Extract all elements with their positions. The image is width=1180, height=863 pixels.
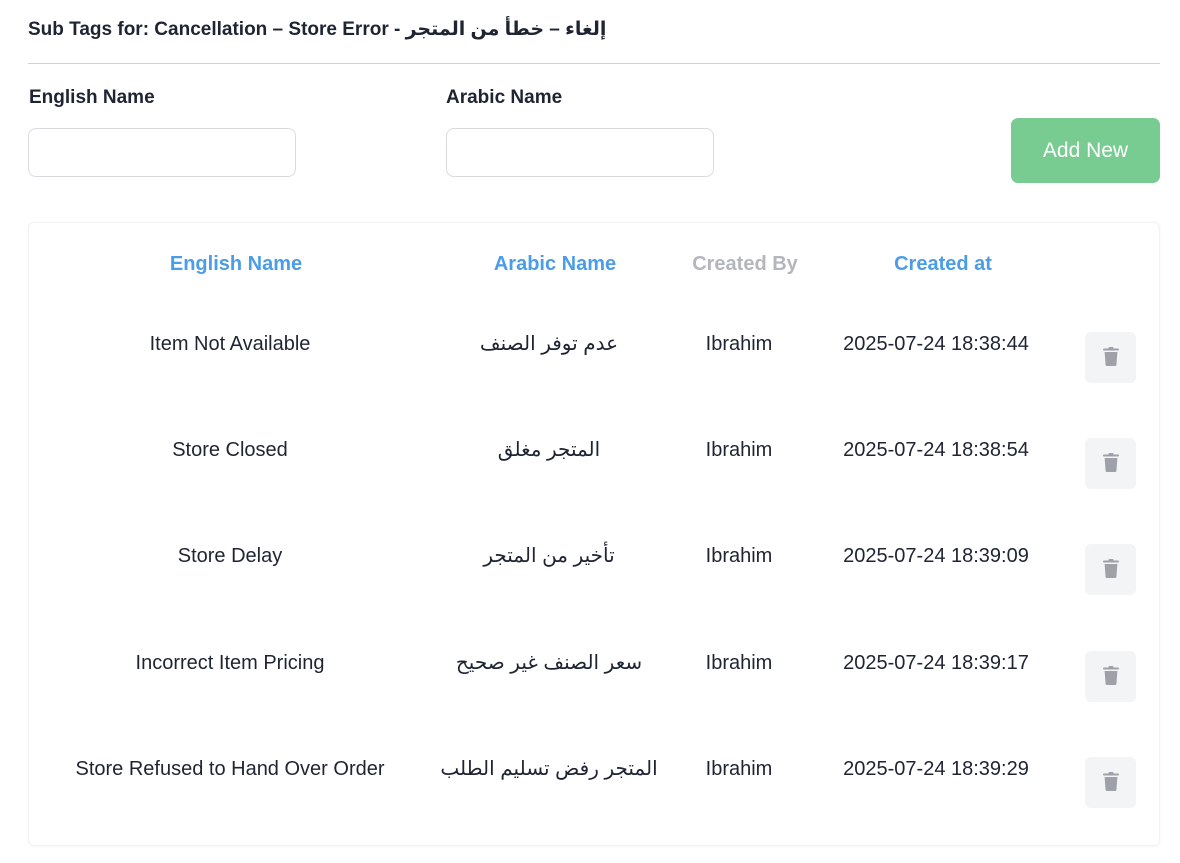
cell-english-name: Store Refused to Hand Over Order bbox=[75, 758, 385, 780]
cell-english-name: Store Closed bbox=[172, 439, 288, 461]
delete-button[interactable] bbox=[1085, 757, 1136, 808]
cell-created-at: 2025-07-24 18:39:09 bbox=[843, 545, 1029, 567]
cell-created-by: Ibrahim bbox=[705, 439, 773, 461]
column-header-english-name[interactable]: English Name bbox=[170, 253, 302, 276]
cell-created-by: Ibrahim bbox=[705, 758, 773, 780]
cell-created-at: 2025-07-24 18:39:29 bbox=[843, 758, 1029, 780]
table-row: Store Refused to Hand Over Order المتجر … bbox=[28, 757, 1160, 863]
cell-arabic-name: سعر الصنف غير صحيح bbox=[455, 652, 643, 674]
table-row: Item Not Available عدم توفر الصنف Ibrahi… bbox=[28, 332, 1160, 438]
cell-created-at: 2025-07-24 18:38:44 bbox=[843, 333, 1029, 355]
english-name-label: English Name bbox=[29, 87, 155, 108]
cell-created-at: 2025-07-24 18:39:17 bbox=[843, 652, 1029, 674]
cell-english-name: Store Delay bbox=[177, 545, 283, 567]
cell-arabic-name: تأخير من المتجر bbox=[483, 545, 615, 567]
trash-icon bbox=[1102, 771, 1119, 794]
title-divider bbox=[28, 63, 1160, 64]
column-header-created-at[interactable]: Created at bbox=[894, 253, 992, 276]
cell-english-name: Item Not Available bbox=[149, 333, 311, 355]
page-title: Sub Tags for: Cancellation – Store Error… bbox=[28, 19, 607, 40]
table-row: Incorrect Item Pricing سعر الصنف غير صحي… bbox=[28, 651, 1160, 757]
trash-icon bbox=[1102, 452, 1119, 475]
add-new-button[interactable]: Add New bbox=[1011, 118, 1160, 183]
cell-english-name: Incorrect Item Pricing bbox=[135, 652, 325, 674]
delete-button[interactable] bbox=[1085, 332, 1136, 383]
delete-button[interactable] bbox=[1085, 438, 1136, 489]
english-name-input[interactable] bbox=[28, 128, 296, 177]
delete-button[interactable] bbox=[1085, 544, 1136, 595]
table-row: Store Closed المتجر مغلق Ibrahim 2025-07… bbox=[28, 438, 1160, 544]
arabic-name-input[interactable] bbox=[446, 128, 714, 177]
cell-created-by: Ibrahim bbox=[705, 652, 773, 674]
column-header-created-by: Created By bbox=[692, 253, 798, 275]
trash-icon bbox=[1102, 558, 1119, 581]
column-header-arabic-name[interactable]: Arabic Name bbox=[494, 253, 616, 276]
cell-arabic-name: المتجر رفض تسليم الطلب bbox=[440, 758, 658, 780]
trash-icon bbox=[1102, 665, 1119, 688]
cell-created-at: 2025-07-24 18:38:54 bbox=[843, 439, 1029, 461]
delete-button[interactable] bbox=[1085, 651, 1136, 702]
cell-arabic-name: المتجر مغلق bbox=[497, 439, 601, 461]
cell-created-by: Ibrahim bbox=[705, 545, 773, 567]
table-row: Store Delay تأخير من المتجر Ibrahim 2025… bbox=[28, 544, 1160, 650]
cell-created-by: Ibrahim bbox=[705, 333, 773, 355]
cell-arabic-name: عدم توفر الصنف bbox=[479, 333, 619, 355]
arabic-name-label: Arabic Name bbox=[446, 87, 563, 108]
trash-icon bbox=[1102, 346, 1119, 369]
